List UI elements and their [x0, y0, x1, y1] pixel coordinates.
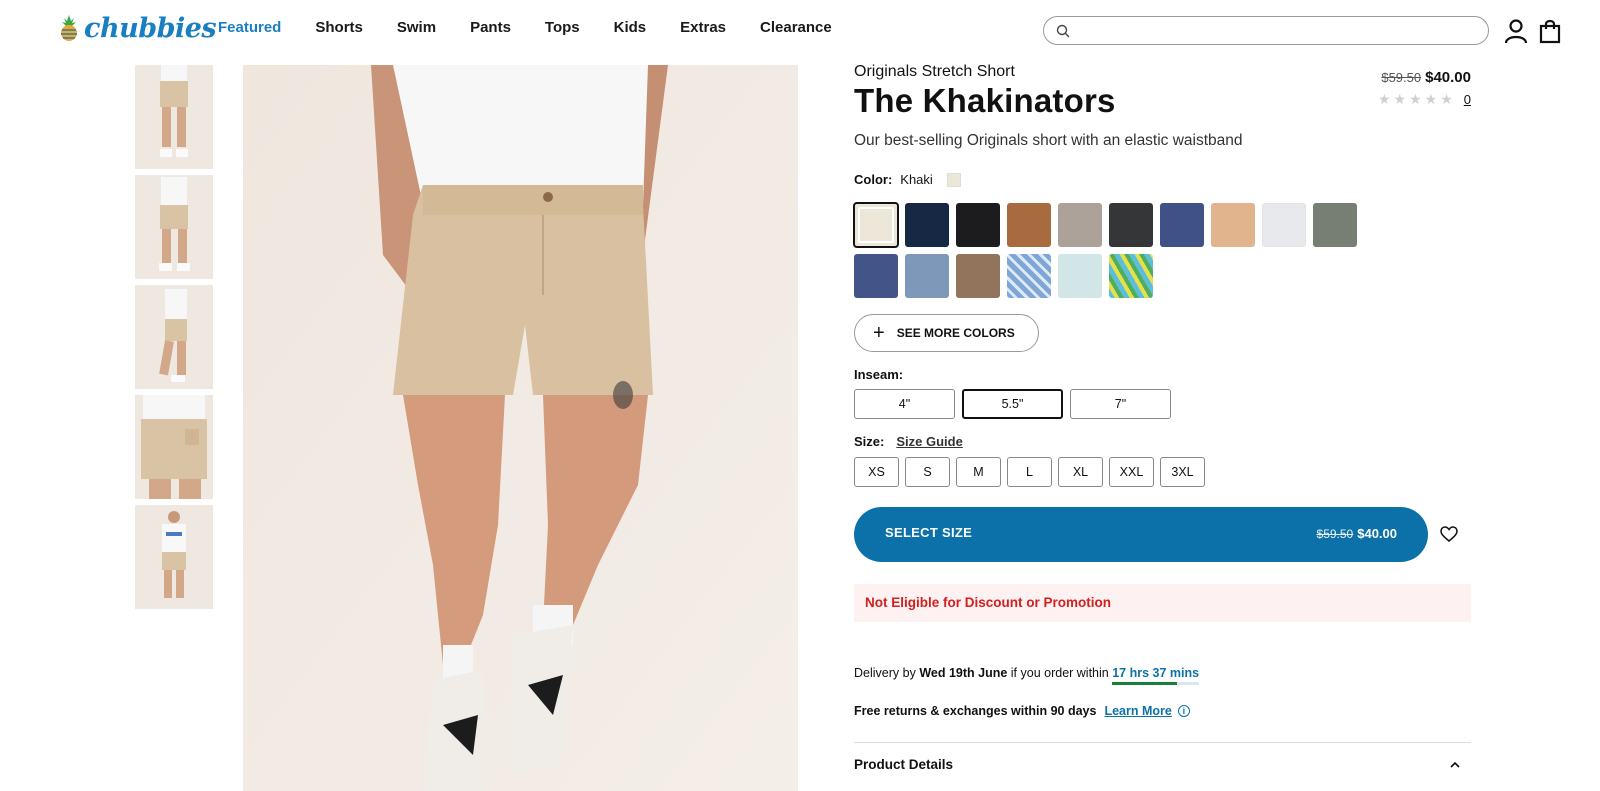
inseam-option-4[interactable]: 4": [854, 389, 955, 419]
color-selection-label: Color: Khaki: [854, 172, 1471, 187]
button-price: $59.50 $40.00: [1317, 526, 1397, 541]
see-more-colors-label: SEE MORE COLORS: [896, 326, 1015, 340]
nav-extras[interactable]: Extras: [680, 19, 726, 36]
delivery-prefix: Delivery by: [854, 666, 916, 680]
color-swatch-white[interactable]: [1262, 203, 1306, 247]
nav-swim[interactable]: Swim: [397, 19, 436, 36]
inseam-option-7[interactable]: 7": [1070, 389, 1171, 419]
color-swatch-tropical[interactable]: [1109, 254, 1153, 298]
product-tagline: Our best-selling Originals short with an…: [854, 132, 1243, 149]
color-swatch-khaki[interactable]: [853, 202, 899, 248]
nav-kids[interactable]: Kids: [614, 19, 647, 36]
color-swatch-taupe[interactable]: [1058, 203, 1102, 247]
info-icon[interactable]: i: [1177, 705, 1190, 717]
order-countdown: 17 hrs 37 mins: [1112, 666, 1200, 685]
color-swatch-denim[interactable]: [854, 254, 898, 298]
delivery-estimate: Delivery by Wed 19th June if you order w…: [854, 666, 1200, 685]
color-swatch-black[interactable]: [956, 203, 1000, 247]
product-thumbnail[interactable]: [135, 505, 213, 609]
size-option-xl[interactable]: XL: [1058, 457, 1103, 487]
button-sale-price: $40.00: [1357, 526, 1397, 541]
search-icon: [1056, 24, 1070, 38]
color-swatch-blue[interactable]: [1160, 203, 1204, 247]
star-icon: ★: [1424, 91, 1438, 107]
color-value: Khaki: [900, 172, 933, 187]
star-icon: ★: [1377, 91, 1391, 107]
color-swatch-sand[interactable]: [1211, 203, 1255, 247]
sale-price: $40.00: [1425, 69, 1471, 86]
delivery-date: Wed 19th June: [919, 666, 1008, 680]
color-swatch-mint[interactable]: [1058, 254, 1102, 298]
size-option-s[interactable]: S: [905, 457, 950, 487]
color-swatch-brown[interactable]: [956, 254, 1000, 298]
inseam-option-5-5[interactable]: 5.5": [962, 389, 1063, 419]
product-thumbnail[interactable]: [135, 65, 213, 169]
product-details-label: Product Details: [854, 757, 954, 772]
select-size-button[interactable]: SELECT SIZE $59.50 $40.00: [854, 507, 1428, 562]
button-original-price: $59.50: [1316, 527, 1354, 541]
main-nav: Featured Shorts Swim Pants Tops Kids Ext…: [218, 19, 866, 36]
star-icon: ★: [1393, 91, 1407, 107]
promotion-warning: Not Eligible for Discount or Promotion: [854, 584, 1471, 622]
size-option-m[interactable]: M: [956, 457, 1001, 487]
wishlist-heart-icon[interactable]: [1440, 526, 1458, 542]
divider: [854, 742, 1471, 743]
account-icon[interactable]: [1504, 18, 1528, 44]
selected-color-chip: [946, 172, 961, 187]
returns-info: Free returns & exchanges within 90 days …: [854, 704, 1190, 718]
product-details-accordion[interactable]: Product Details: [854, 757, 1471, 772]
color-swatch-slate-blue[interactable]: [905, 254, 949, 298]
nav-clearance[interactable]: Clearance: [760, 19, 832, 36]
brand-logo[interactable]: chubbies: [58, 12, 217, 44]
review-count-link[interactable]: 0: [1464, 92, 1471, 107]
product-thumbnail[interactable]: [135, 175, 213, 279]
see-more-colors-button[interactable]: + SEE MORE COLORS: [854, 314, 1039, 352]
color-label: Color:: [854, 172, 893, 187]
site-header: chubbies Featured Shorts Swim Pants Tops…: [0, 0, 1600, 60]
star-icon: ★: [1440, 91, 1453, 107]
color-swatch-charcoal[interactable]: [1109, 203, 1153, 247]
nav-featured[interactable]: Featured: [218, 19, 281, 36]
product-main-image: [243, 65, 798, 791]
search-bar[interactable]: [1043, 16, 1489, 45]
inseam-options: 4" 5.5" 7": [854, 389, 1471, 419]
nav-shorts[interactable]: Shorts: [315, 19, 363, 36]
thumbnail-gallery: [135, 65, 213, 615]
color-swatch-sage[interactable]: [1313, 203, 1357, 247]
chevron-up-icon: [1450, 761, 1460, 768]
color-swatch-blue-floral[interactable]: [1007, 254, 1051, 298]
size-options: XS S M L XL XXL 3XL: [854, 457, 1471, 487]
returns-text: Free returns & exchanges within 90 days: [854, 704, 1097, 718]
countdown-text: 17 hrs 37 mins: [1112, 666, 1200, 680]
size-option-l[interactable]: L: [1007, 457, 1052, 487]
rating-stars[interactable]: ★ ★ ★ ★ ★ 0: [1378, 91, 1471, 108]
search-input[interactable]: [1078, 21, 1478, 41]
product-thumbnail[interactable]: [135, 285, 213, 389]
size-option-xxl[interactable]: XXL: [1109, 457, 1154, 487]
size-guide-link[interactable]: Size Guide: [896, 434, 962, 449]
star-icon: ★: [1409, 91, 1422, 107]
color-swatches: [853, 202, 1414, 305]
product-thumbnail[interactable]: [135, 395, 213, 499]
nav-tops[interactable]: Tops: [545, 19, 580, 36]
nav-pants[interactable]: Pants: [470, 19, 511, 36]
plus-icon: +: [873, 322, 885, 344]
learn-more-link[interactable]: Learn More: [1104, 704, 1171, 718]
inseam-label: Inseam:: [854, 367, 904, 382]
price-block: $59.50 $40.00 ★ ★ ★ ★ ★ 0: [1378, 69, 1471, 108]
delivery-middle: if you order within: [1010, 666, 1109, 680]
cart-bag-icon[interactable]: [1538, 18, 1562, 44]
original-price: $59.50: [1381, 70, 1422, 85]
size-option-3xl[interactable]: 3XL: [1160, 457, 1205, 487]
color-swatch-navy[interactable]: [905, 203, 949, 247]
size-header: Size: Size Guide: [854, 434, 1471, 449]
select-size-label: SELECT SIZE: [885, 525, 973, 540]
size-label: Size:: [854, 434, 885, 449]
product-info-panel: Originals Stretch Short The Khakinators …: [853, 63, 1471, 772]
countdown-progress-bar: [1112, 682, 1177, 685]
pineapple-logo-icon: [61, 15, 77, 41]
size-option-xs[interactable]: XS: [854, 457, 899, 487]
brand-name: chubbies: [84, 12, 217, 44]
color-swatch-rust[interactable]: [1007, 203, 1051, 247]
